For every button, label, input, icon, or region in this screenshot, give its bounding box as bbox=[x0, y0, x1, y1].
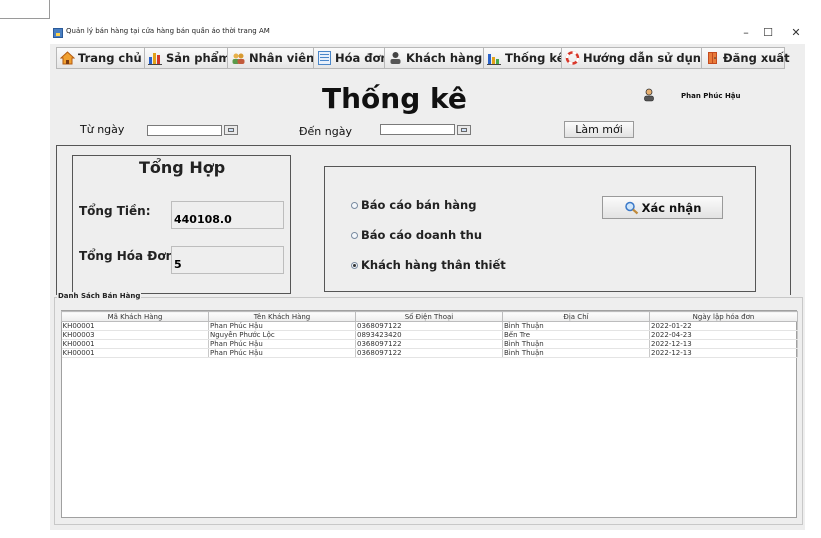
nav-invoice[interactable]: Hóa đơn bbox=[313, 47, 389, 69]
table-cell: 0368097122 bbox=[355, 339, 503, 349]
total-invoices-label: Tổng Hóa Đơn bbox=[79, 249, 175, 263]
summary-title: Tổng Hợp bbox=[139, 158, 226, 177]
radio-loyal-customers[interactable]: Khách hàng thân thiết bbox=[351, 258, 506, 272]
logout-icon bbox=[705, 51, 720, 65]
table-cell: Phan Phúc Hậu bbox=[208, 339, 356, 349]
total-invoices-value: 5 bbox=[174, 258, 182, 271]
table-cell: 0368097122 bbox=[355, 321, 503, 331]
table-cell: 0368097122 bbox=[355, 348, 503, 358]
radio-sales-report-label: Báo cáo bán hàng bbox=[361, 198, 477, 212]
table-cell: Nguyễn Phước Lộc bbox=[208, 330, 356, 340]
nav-statistics[interactable]: Thống kê bbox=[483, 47, 565, 69]
table-cell: Phan Phúc Hậu bbox=[208, 321, 356, 331]
nav-employees[interactable]: Nhân viên bbox=[227, 47, 314, 69]
window-edge-line-vertical bbox=[49, 0, 50, 19]
close-button[interactable]: ✕ bbox=[784, 24, 808, 42]
table-cell: Phan Phúc Hậu bbox=[208, 348, 356, 358]
nav-invoice-label: Hóa đơn bbox=[335, 51, 389, 65]
confirm-button-label: Xác nhận bbox=[641, 200, 702, 215]
maximize-button[interactable]: ☐ bbox=[756, 24, 780, 42]
to-date-label: Đến ngày bbox=[299, 125, 352, 138]
confirm-button[interactable]: Xác nhận bbox=[602, 196, 723, 219]
radio-revenue-report[interactable]: Báo cáo doanh thu bbox=[351, 228, 482, 242]
invoice-icon bbox=[317, 51, 332, 65]
column-header-phone[interactable]: Số Điện Thoại bbox=[355, 311, 503, 322]
user-name: Phan Phúc Hậu bbox=[681, 92, 741, 100]
total-amount-value: 440108.0 bbox=[174, 213, 232, 226]
total-invoices-field: 5 bbox=[171, 246, 284, 274]
table-cell: 0893423420 bbox=[355, 330, 503, 340]
table-cell: 2022-04-23 bbox=[649, 330, 798, 340]
app-icon bbox=[53, 28, 63, 38]
radio-sales-report-indicator bbox=[351, 201, 358, 209]
sales-table: Mã Khách Hàng Tên Khách Hàng Số Điện Tho… bbox=[61, 311, 798, 358]
table-header-row: Mã Khách Hàng Tên Khách Hàng Số Điện Tho… bbox=[61, 311, 798, 322]
stats-panel-border-right bbox=[790, 145, 791, 295]
employees-icon bbox=[231, 51, 246, 65]
table-cell: Bình Thuận bbox=[502, 348, 650, 358]
products-icon bbox=[148, 51, 163, 65]
radio-loyal-customers-indicator bbox=[351, 261, 358, 269]
nav-products[interactable]: Sản phẩm bbox=[144, 47, 231, 69]
table-cell: 2022-12-13 bbox=[649, 348, 798, 358]
total-amount-field: 440108.0 bbox=[171, 201, 284, 229]
customer-icon bbox=[388, 51, 403, 65]
nav-home[interactable]: Trang chủ bbox=[56, 47, 145, 69]
nav-bar: Trang chủ Sản phẩm Nhân viên Hóa đơn Khá… bbox=[56, 47, 790, 69]
column-header-address[interactable]: Địa Chỉ bbox=[502, 311, 650, 322]
nav-home-label: Trang chủ bbox=[78, 51, 142, 65]
table-cell: KH00001 bbox=[61, 321, 209, 331]
table-cell: Bình Thuận bbox=[502, 339, 650, 349]
home-icon bbox=[59, 51, 76, 65]
from-date-label: Từ ngày bbox=[80, 123, 125, 136]
refresh-button[interactable]: Làm mới bbox=[564, 121, 634, 138]
to-date-input[interactable] bbox=[380, 124, 455, 135]
nav-products-label: Sản phẩm bbox=[166, 51, 231, 65]
table-row[interactable]: KH00001 Phan Phúc Hậu 0368097122 Bình Th… bbox=[61, 339, 798, 349]
statistics-icon bbox=[487, 51, 502, 65]
table-cell: 2022-12-13 bbox=[649, 339, 798, 349]
nav-logout-label: Đăng xuất bbox=[723, 51, 790, 65]
table-cell: KH00003 bbox=[61, 330, 209, 340]
column-header-invoice-date[interactable]: Ngày lập hóa đơn bbox=[649, 311, 798, 322]
table-cell: KH00001 bbox=[61, 339, 209, 349]
nav-logout[interactable]: Đăng xuất bbox=[701, 47, 790, 69]
table-cell: Bến Tre bbox=[502, 330, 650, 340]
from-date-input[interactable] bbox=[147, 125, 222, 136]
help-icon bbox=[565, 51, 580, 65]
to-date-calendar-icon[interactable] bbox=[457, 125, 471, 135]
radio-sales-report[interactable]: Báo cáo bán hàng bbox=[351, 198, 476, 212]
column-header-customer-id[interactable]: Mã Khách Hàng bbox=[61, 311, 209, 322]
from-date-calendar-icon[interactable] bbox=[224, 125, 238, 135]
nav-help[interactable]: Hướng dẫn sử dụng bbox=[561, 47, 709, 69]
column-header-customer-name[interactable]: Tên Khách Hàng bbox=[208, 311, 356, 322]
table-row[interactable]: KH00003 Nguyễn Phước Lộc 0893423420 Bến … bbox=[61, 330, 798, 340]
radio-loyal-customers-label: Khách hàng thân thiết bbox=[361, 258, 506, 272]
sales-list-title: Danh Sách Bán Hàng bbox=[57, 292, 142, 300]
window-title: Quản lý bán hàng tại cửa hàng bán quần á… bbox=[66, 27, 270, 35]
user-icon bbox=[643, 87, 655, 102]
nav-employees-label: Nhân viên bbox=[249, 51, 315, 65]
table-row[interactable]: KH00001 Phan Phúc Hậu 0368097122 Bình Th… bbox=[61, 321, 798, 331]
minimize-button[interactable]: – bbox=[734, 24, 758, 42]
nav-customer[interactable]: Khách hàng bbox=[384, 47, 484, 69]
table-row[interactable]: KH00001 Phan Phúc Hậu 0368097122 Bình Th… bbox=[61, 348, 798, 358]
stats-panel-border-top bbox=[56, 145, 791, 146]
table-cell: KH00001 bbox=[61, 348, 209, 358]
table-cell: 2022-01-22 bbox=[649, 321, 798, 331]
table-cell: Bình Thuận bbox=[502, 321, 650, 331]
nav-statistics-label: Thống kê bbox=[505, 51, 565, 65]
total-amount-label: Tổng Tiền: bbox=[79, 204, 151, 218]
window-edge-line bbox=[0, 18, 50, 19]
magnifier-icon bbox=[624, 201, 640, 215]
nav-help-label: Hướng dẫn sử dụng bbox=[583, 51, 710, 65]
stats-panel-border-left bbox=[56, 145, 57, 295]
radio-revenue-report-indicator bbox=[351, 231, 358, 239]
page-title: Thống kê bbox=[322, 82, 467, 115]
nav-customer-label: Khách hàng bbox=[406, 51, 483, 65]
radio-revenue-report-label: Báo cáo doanh thu bbox=[361, 228, 483, 242]
